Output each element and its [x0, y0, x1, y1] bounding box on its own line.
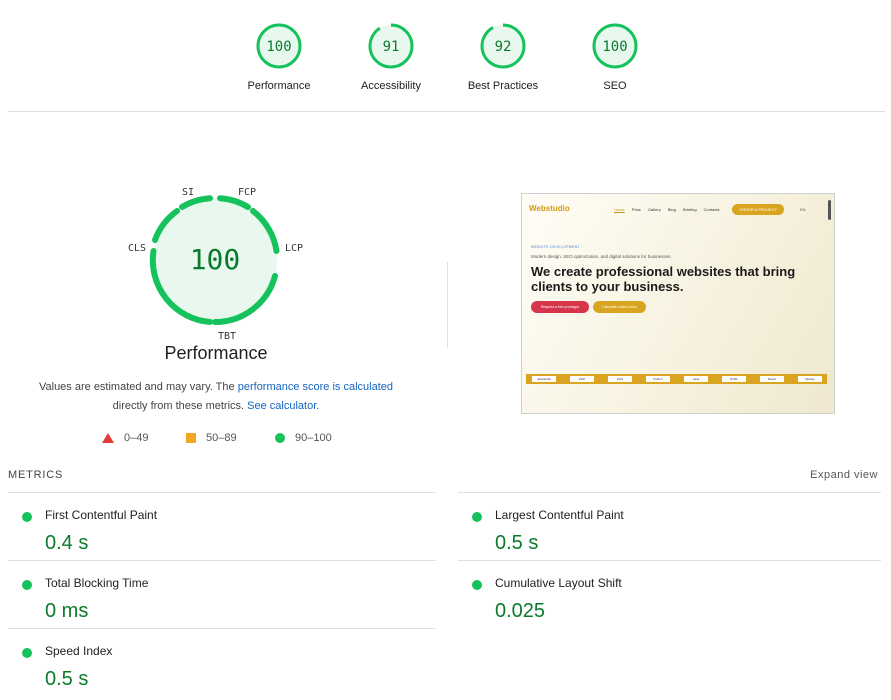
metrics-heading: METRICS	[8, 469, 64, 481]
divider	[8, 560, 436, 561]
performance-title: Performance	[164, 343, 268, 363]
pass-circle-icon	[472, 580, 482, 590]
divider	[8, 492, 436, 493]
triangle-icon	[102, 433, 114, 444]
metric-name: Cumulative Layout Shift	[495, 576, 622, 590]
legend-fail: 0–49	[102, 432, 148, 444]
metric-value: 0.025	[495, 600, 546, 622]
gauge-accessibility[interactable]: 91 Accessibility	[336, 22, 446, 92]
performance-score: 100	[190, 243, 241, 276]
thumbnail-button-price: Calculate a site's price	[593, 301, 646, 313]
thumbnail-chip: JavaScript	[532, 376, 556, 382]
gauge-score: 100	[602, 39, 627, 55]
divider	[458, 492, 881, 493]
thumbnail-tag: WEBSITE DEVELOPMENT	[531, 245, 580, 249]
gauge-score: 91	[383, 39, 400, 55]
vertical-divider	[447, 262, 448, 348]
metric-si: Speed Index 0.5 s	[8, 634, 408, 694]
metric-cls: Cumulative Layout Shift 0.025	[458, 566, 858, 626]
expand-view-toggle[interactable]: Expand view	[810, 469, 878, 481]
legend-range: 50–89	[206, 432, 237, 444]
thumbnail-scrollbar	[828, 200, 831, 220]
pass-circle-icon	[22, 648, 32, 658]
gauge-ring: 91	[368, 23, 414, 69]
performance-ring: 100 SI FCP LCP TBT CLS	[128, 187, 303, 340]
performance-note: Values are estimated and may vary. The p…	[20, 378, 412, 416]
thumbnail-nav-item: Briefing	[682, 207, 697, 212]
gauge-score: 100	[266, 39, 291, 55]
thumbnail-nav: Home Price Gallery Blog Briefing Contact…	[614, 207, 725, 212]
label-tbt: TBT	[218, 331, 236, 340]
legend-pass: 90–100	[275, 432, 332, 444]
gauge-ring: 100	[592, 23, 638, 69]
thumbnail-nav-item: Contacts	[703, 207, 720, 212]
thumbnail-chip: PHP	[570, 376, 594, 382]
metric-fcp: First Contentful Paint 0.4 s	[8, 498, 408, 558]
score-gauges: 100 Performance 91 Accessibility 92 Best…	[0, 0, 891, 112]
metric-value: 0.4 s	[45, 532, 89, 554]
thumbnail-chip: Python	[646, 376, 670, 382]
gauge-label: Accessibility	[361, 80, 421, 92]
legend-range: 0–49	[124, 432, 149, 444]
metric-tbt: Total Blocking Time 0 ms	[8, 566, 408, 626]
label-lcp: LCP	[285, 243, 303, 254]
legend-average: 50–89	[186, 432, 237, 444]
circle-icon	[275, 433, 285, 444]
thumbnail-headline: We create professional websites that bri…	[531, 264, 796, 294]
metric-value: 0.5 s	[45, 668, 89, 690]
gauge-seo[interactable]: 100 SEO	[560, 22, 670, 92]
thumbnail-nav-item: Price	[631, 207, 641, 212]
note-text: Values are estimated and may vary. The	[38, 381, 238, 393]
pass-circle-icon	[22, 580, 32, 590]
gauge-score: 92	[495, 39, 512, 55]
gauge-ring: 92	[480, 23, 526, 69]
metric-lcp: Largest Contentful Paint 0.5 s	[458, 498, 858, 558]
label-si: SI	[182, 187, 194, 198]
label-cls: CLS	[128, 243, 146, 254]
page-screenshot-thumbnail[interactable]: Webstudio Home Price Gallery Blog Briefi…	[521, 193, 835, 414]
note-text: .	[316, 400, 320, 412]
metric-value: 0.5 s	[495, 532, 539, 554]
metric-name: Speed Index	[45, 644, 113, 658]
thumbnail-chip: React	[760, 376, 784, 382]
score-calculated-link[interactable]: performance score is calculated	[238, 381, 393, 393]
label-fcp: FCP	[238, 187, 256, 198]
pass-circle-icon	[22, 512, 32, 522]
thumbnail-logo: Webstudio	[529, 204, 570, 213]
thumbnail-lang: EN	[800, 207, 806, 212]
gauge-ring: 100	[256, 23, 302, 69]
thumbnail-nav-item: Blog	[667, 207, 676, 212]
gauge-label: Best Practices	[467, 80, 539, 92]
thumbnail-chip: CSS	[608, 376, 632, 382]
square-icon	[186, 433, 196, 444]
divider	[8, 628, 436, 629]
pass-circle-icon	[472, 512, 482, 522]
thumbnail-chip: HTML	[722, 376, 746, 382]
thumbnail-nav-item: Home	[614, 207, 625, 212]
see-calculator-link[interactable]: See calculator	[247, 400, 316, 412]
metric-value: 0 ms	[45, 600, 89, 622]
gauge-performance[interactable]: 100 Performance	[224, 22, 334, 92]
thumbnail-nav-item: Gallery	[648, 207, 661, 212]
thumbnail-chip: Django	[798, 376, 822, 382]
metric-name: Largest Contentful Paint	[495, 508, 624, 522]
gauge-best-practices[interactable]: 92 Best Practices	[448, 22, 558, 92]
metric-name: First Contentful Paint	[45, 508, 158, 522]
divider	[8, 111, 885, 112]
thumbnail-subtitle: Modern design, SEO optimization, and dig…	[531, 254, 672, 259]
divider	[458, 560, 881, 561]
note-text: directly from these metrics.	[112, 400, 248, 412]
performance-gauge: 100 SI FCP LCP TBT CLS	[120, 180, 310, 340]
metric-name: Total Blocking Time	[45, 576, 149, 590]
gauge-label: SEO	[603, 80, 627, 92]
thumbnail-button-prototype: Request a free prototype	[531, 301, 589, 313]
legend-range: 90–100	[295, 432, 332, 444]
thumbnail-cta: ORDER A PROJECT	[732, 204, 784, 215]
gauge-label: Performance	[247, 80, 311, 92]
thumbnail-chip: Java	[684, 376, 708, 382]
